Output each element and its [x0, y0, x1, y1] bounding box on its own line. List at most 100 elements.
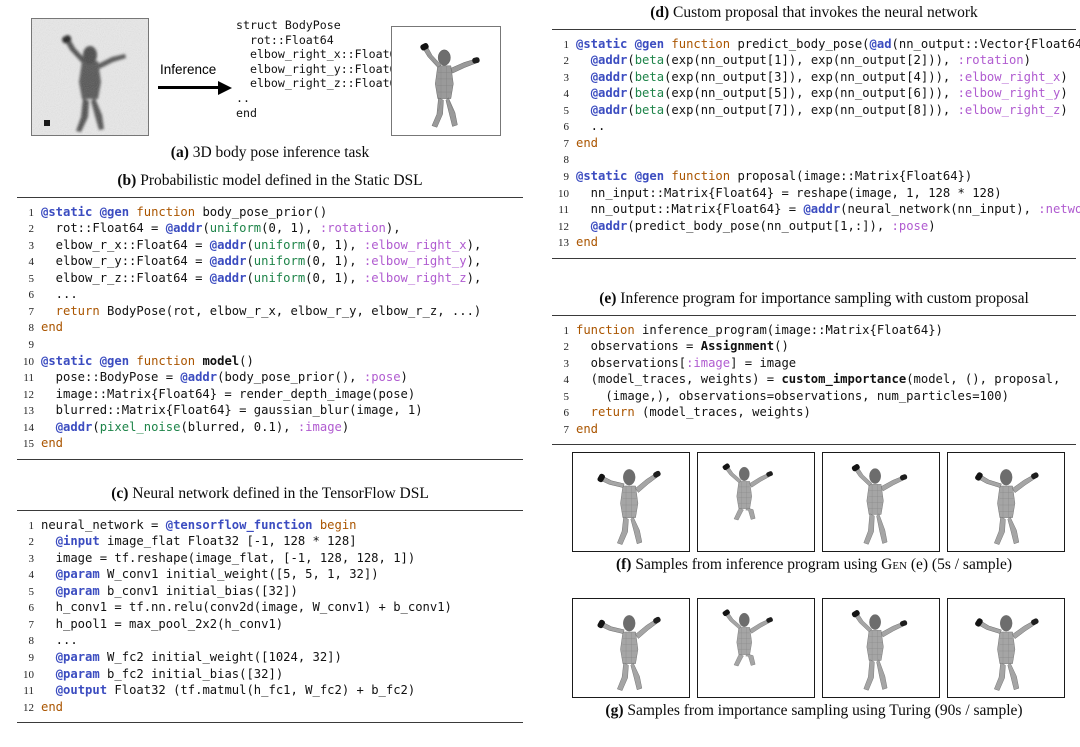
code-token: @param	[55, 567, 100, 582]
code-token: neural_network =	[41, 517, 166, 532]
code-line: 10 @static @gen function model()	[17, 353, 540, 370]
caption-e-label: (e)	[599, 290, 617, 307]
panel-c-rule-top	[17, 509, 523, 511]
caption-d-text: Custom proposal that invokes the neural …	[669, 4, 978, 21]
code-token: @static @gen	[41, 204, 137, 219]
code-token: function	[671, 168, 738, 183]
line-number: 11	[23, 685, 34, 698]
code-token: elbow_r_x::Float64 =	[41, 237, 210, 252]
code-token: ] = image	[730, 355, 797, 370]
code-token: ()	[774, 339, 789, 354]
code-token: (0, 1),	[305, 270, 364, 285]
line-number: 5	[563, 390, 570, 403]
line-number: 2	[563, 341, 570, 354]
panel-d-rule-bottom	[552, 257, 1076, 259]
code-token: nn_input::Matrix{Float64} = reshape(imag…	[576, 185, 1002, 200]
line-number: 6	[563, 407, 570, 420]
line-number: 4	[563, 374, 570, 387]
code-token: :elbow_right_x	[957, 69, 1061, 84]
line-number: 4	[563, 88, 570, 101]
code-token: end	[576, 135, 599, 150]
caption-a-label: (a)	[170, 144, 189, 161]
arrow-shaft	[158, 86, 220, 89]
code-token: function	[136, 353, 203, 368]
panel-b-rule-top	[17, 196, 523, 198]
code-line: 10 nn_input::Matrix{Float64} = reshape(i…	[552, 185, 1080, 202]
line-number: 3	[563, 357, 570, 370]
code-token: :network	[1038, 202, 1080, 217]
sample-strip-f	[572, 452, 1080, 552]
code-token: @static @gen	[576, 36, 672, 51]
line-number: 4	[28, 569, 35, 582]
code-token: W_conv1 initial_weight([5, 5, 1, 32])	[99, 567, 379, 582]
code-token: function	[576, 322, 643, 337]
mesh-figure	[948, 599, 1063, 697]
code-token: custom_importance	[781, 372, 907, 387]
code-line: 9 @param W_fc2 initial_weight([1024, 32]…	[17, 649, 540, 666]
line-number: 5	[28, 272, 35, 285]
caption-g-text: Samples from importance sampling using T…	[623, 702, 1023, 719]
code-token: )	[400, 370, 408, 385]
code-token: ...	[41, 287, 78, 302]
code-token: nn_output::Matrix{Float64} =	[576, 202, 804, 217]
line-number: 6	[28, 602, 35, 615]
line-number: 14	[23, 421, 34, 434]
code-token: @addr	[803, 202, 841, 217]
code-line: 14 @addr(pixel_noise(blurred, 0.1), :ima…	[17, 419, 540, 436]
code-token: pose::BodyPose =	[41, 370, 181, 385]
code-token: ),	[466, 270, 482, 285]
code-line: 13 end	[552, 234, 1080, 251]
line-number: 13	[23, 405, 34, 418]
noisy-depth-svg	[32, 19, 148, 135]
code-token: (exp(nn_output[1]), exp(nn_output[2])),	[664, 53, 958, 68]
code-line: 2 observations = Assignment()	[552, 338, 1080, 355]
code-token: (nn_output::Vector{Float64}))	[891, 36, 1080, 51]
code-token: beta	[634, 86, 665, 101]
code-token: (neural_network(nn_input),	[840, 202, 1039, 217]
code-line: 1 @static @gen function predict_body_pose…	[552, 36, 1080, 53]
code-token: )	[341, 419, 350, 434]
line-number: 9	[563, 170, 570, 183]
panel-e: (e) Inference program for importance sam…	[548, 290, 1080, 446]
line-number: 2	[563, 55, 570, 68]
code-token: ),	[466, 237, 482, 252]
code-token: image_flat Float32 [-1, 128 * 128]	[99, 534, 357, 549]
code-line: 12 end	[17, 699, 540, 716]
line-number: 12	[558, 220, 569, 233]
code-line: 9 @static @gen function proposal(image::M…	[552, 168, 1080, 185]
caption-a: (a) 3D body pose inference task	[0, 144, 540, 163]
code-token: (	[627, 86, 635, 101]
code-token: (exp(nn_output[3]), exp(nn_output[4])),	[664, 69, 958, 84]
code-token: @param	[55, 666, 100, 681]
code-token: (	[246, 237, 254, 252]
line-number: 11	[23, 372, 34, 385]
code-line: 6 h_conv1 = tf.nn.relu(conv2d(image, W_c…	[17, 599, 540, 616]
mesh-figure	[698, 599, 813, 697]
code-token: )	[1060, 69, 1068, 84]
code-token: b_fc2 initial_bias([32])	[99, 666, 284, 681]
code-token: (model_traces, weights)	[642, 405, 811, 420]
code-line: 12 @addr(predict_body_pose(nn_output[1,:…	[552, 218, 1080, 235]
panel-c: (c) Neural network defined in the Tensor…	[0, 485, 540, 724]
code-line: 10 @param b_fc2 initial_bias([32])	[17, 666, 540, 683]
code-line: 7 end	[552, 135, 1080, 152]
code-token: model	[202, 353, 240, 368]
code-token: ()	[239, 353, 254, 368]
panel-d-listing: 1 @static @gen function predict_body_pose…	[552, 36, 1080, 251]
code-line: 5 elbow_r_z::Float64 = @addr(uniform(0, …	[17, 270, 540, 287]
code-line: 11 @output Float32 (tf.matmul(h_fc1, W_f…	[17, 682, 540, 699]
sample-image	[822, 598, 940, 698]
panel-e-rule-bottom	[552, 444, 1076, 446]
caption-e: (e) Inference program for importance sam…	[548, 290, 1080, 309]
code-line: 2 @input image_flat Float32 [-1, 128 * 1…	[17, 533, 540, 550]
code-token: @param	[55, 649, 100, 664]
line-number: 2	[28, 536, 35, 549]
code-token: )	[928, 218, 936, 233]
code-token: return	[41, 303, 108, 318]
line-number: 11	[558, 204, 569, 217]
code-line: 3 @addr(beta(exp(nn_output[3]), exp(nn_o…	[552, 69, 1080, 86]
code-token: end	[41, 320, 64, 335]
code-token: beta	[634, 53, 665, 68]
